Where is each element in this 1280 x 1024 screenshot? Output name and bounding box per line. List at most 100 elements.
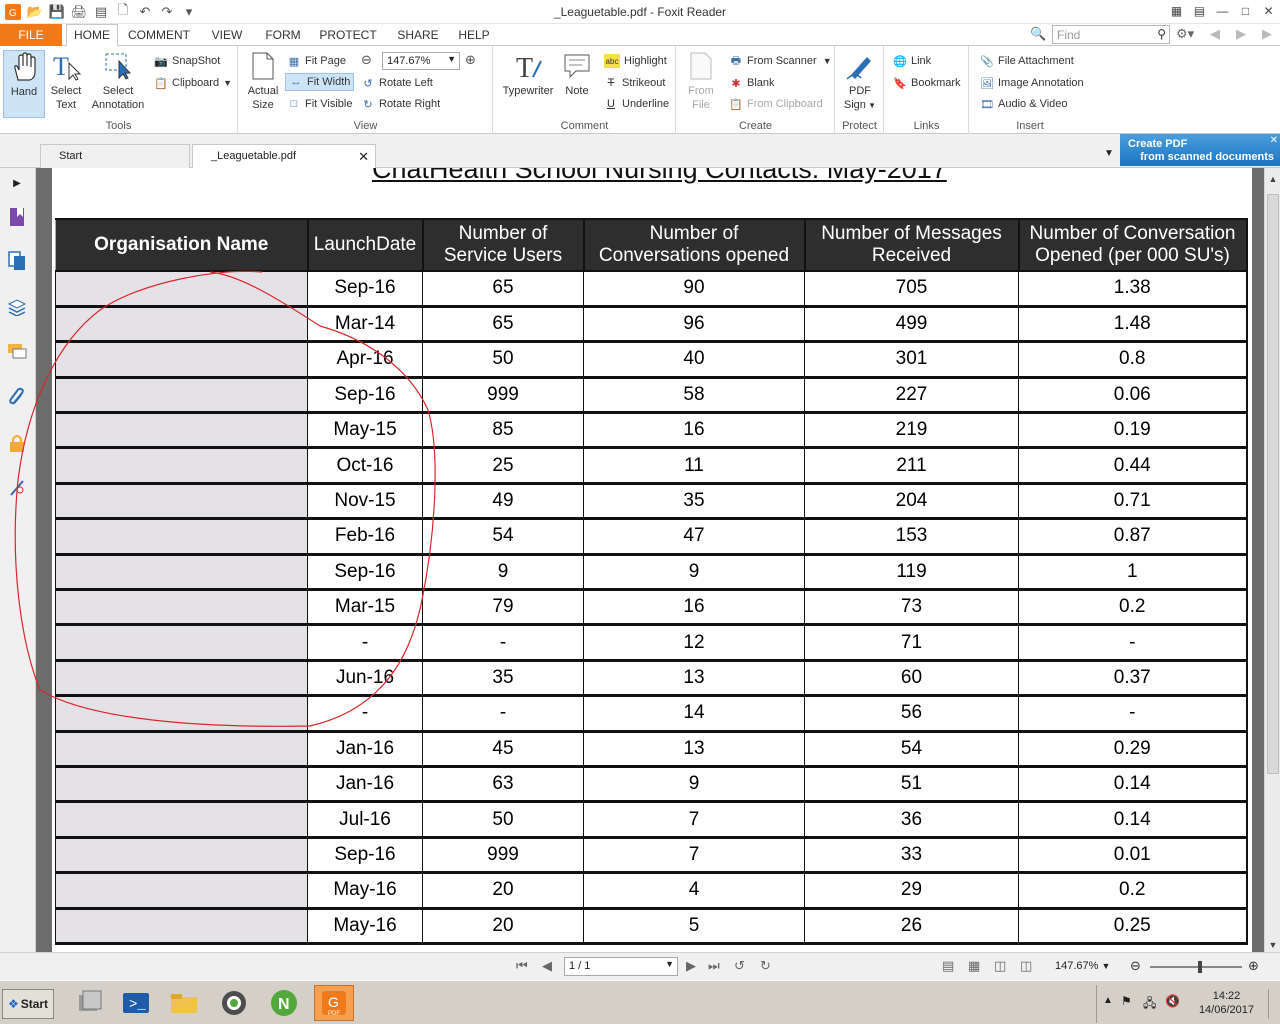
tab-start[interactable]: Start <box>40 144 190 168</box>
strikeout-button[interactable]: T Strikeout <box>604 74 666 92</box>
highlight-button[interactable]: abc Highlight <box>604 52 667 70</box>
tab-protect[interactable]: PROTECT <box>316 24 380 46</box>
single-page-icon[interactable]: ▤ <box>942 958 954 974</box>
select-annotation-button[interactable]: Select Annotation <box>88 50 148 112</box>
powershell-icon[interactable]: >_ <box>116 985 156 1021</box>
tab-leaguetable[interactable]: _Leaguetable.pdf ✕ <box>192 144 376 168</box>
snapshot-button[interactable]: 📷 SnapShot <box>154 52 220 70</box>
tab-list-chevron-icon[interactable]: ▼ <box>1104 148 1114 159</box>
tab-form[interactable]: FORM <box>260 24 306 46</box>
fit-width-button[interactable]: ↔ Fit Width <box>285 73 355 91</box>
from-scanner-button[interactable]: 🖶 From Scanner ▼ <box>729 52 832 70</box>
minimize-button[interactable]: — <box>1211 0 1234 22</box>
search-icon[interactable]: ⚲ <box>1157 27 1166 41</box>
tab-view[interactable]: VIEW <box>204 24 250 46</box>
ribbon-display-icon[interactable]: ▦ <box>1165 0 1188 22</box>
signature-panel-icon[interactable] <box>6 476 28 498</box>
pages-panel-icon[interactable] <box>6 250 28 272</box>
file-attachment-button[interactable]: 📎 File Attachment <box>980 52 1074 70</box>
continuous-page-icon[interactable]: ▦ <box>968 958 980 974</box>
link-button[interactable]: 🌐 Link <box>893 52 931 70</box>
more-icon[interactable]: ▶ <box>1262 26 1272 42</box>
tab-share[interactable]: SHARE <box>392 24 444 46</box>
start-button[interactable]: ❖ Start <box>2 989 54 1019</box>
from-file-button[interactable]: From File <box>683 50 719 112</box>
find-options-icon[interactable]: 🔍 <box>1030 26 1046 42</box>
taskbar: ❖ Start >_ N G PDF ▲ ⚑ 🖧 🔇 14:22 14/06/20… <box>0 980 1280 1024</box>
qlikview-icon[interactable] <box>214 985 254 1021</box>
action-center-flag-icon[interactable]: ⚑ <box>1121 994 1132 1008</box>
fit-visible-button[interactable]: □ Fit Visible <box>287 95 353 113</box>
blank-button[interactable]: ✱ Blank <box>729 74 774 92</box>
create-pdf-promo-banner[interactable]: Create PDF from scanned documents ✕ <box>1120 134 1280 166</box>
show-desktop-button[interactable] <box>1268 989 1276 1019</box>
actual-size-button[interactable]: Actual Size <box>243 50 283 112</box>
hand-tool-button[interactable]: Hand <box>3 50 45 118</box>
scroll-down-icon[interactable]: ▼ <box>1265 938 1280 952</box>
pdf-sign-button[interactable]: PDF Sign ▼ <box>842 50 878 113</box>
close-promo-icon[interactable]: ✕ <box>1270 134 1278 147</box>
zoom-in-icon[interactable]: ⊕ <box>465 52 476 68</box>
foxit-reader-taskbar-icon[interactable]: G PDF <box>314 985 354 1021</box>
zoom-select[interactable]: 147.67% ▼ <box>382 52 460 70</box>
security-lock-icon[interactable] <box>6 432 28 454</box>
tab-start-label: Start <box>59 150 83 162</box>
typewriter-button[interactable]: T Typewriter <box>500 50 556 98</box>
bookmark-button[interactable]: 🔖 Bookmark <box>893 74 960 92</box>
clipboard-button[interactable]: 📋 Clipboard ▼ <box>154 74 232 92</box>
fit-page-button[interactable]: ▦ Fit Page <box>287 52 346 70</box>
previous-page-icon[interactable]: ◀ <box>542 958 552 974</box>
previous-view-icon[interactable]: ↺ <box>734 958 745 974</box>
underline-button[interactable]: U Underline <box>604 95 669 113</box>
layers-panel-icon[interactable] <box>6 296 28 318</box>
cell-organisation <box>55 731 308 768</box>
next-page-icon[interactable]: ▶ <box>686 958 696 974</box>
document-viewer[interactable]: ChatHealth School Nursing Contacts: May-… <box>36 168 1264 952</box>
zoom-out-icon[interactable]: ⊖ <box>361 52 372 68</box>
next-result-icon[interactable]: ▶ <box>1236 26 1246 42</box>
network-icon[interactable]: 🖧 <box>1143 994 1156 1015</box>
image-annotation-button[interactable]: 🖼 Image Annotation <box>980 74 1084 92</box>
tab-help[interactable]: HELP <box>454 24 494 46</box>
close-button[interactable]: ✕ <box>1257 0 1280 22</box>
rotate-left-button[interactable]: ↺ Rotate Left <box>361 74 432 92</box>
maximize-button[interactable]: □ <box>1234 0 1257 22</box>
volume-muted-icon[interactable]: 🔇 <box>1165 994 1180 1008</box>
bookmarks-panel-icon[interactable] <box>6 206 28 228</box>
from-clipboard-button[interactable]: 📋 From Clipboard <box>729 95 823 113</box>
attachments-panel-icon[interactable] <box>6 386 28 408</box>
zoom-slider-knob[interactable] <box>1198 961 1202 973</box>
tab-file[interactable]: FILE <box>0 24 62 46</box>
status-zoom-value[interactable]: 147.67% ▼ <box>1055 960 1110 972</box>
scroll-up-icon[interactable]: ▲ <box>1265 172 1280 186</box>
tab-home[interactable]: HOME <box>66 24 118 46</box>
qlik-nprinting-icon[interactable]: N <box>264 985 304 1021</box>
rotate-right-button[interactable]: ↻ Rotate Right <box>361 95 440 113</box>
pin-icon[interactable]: ▤ <box>1188 0 1211 22</box>
close-tab-icon[interactable]: ✕ <box>358 149 369 165</box>
zoom-in-icon[interactable]: ⊕ <box>1248 958 1259 974</box>
prev-result-icon[interactable]: ◀ <box>1210 26 1220 42</box>
select-text-button[interactable]: T Select Text <box>48 50 84 112</box>
zoom-out-icon[interactable]: ⊖ <box>1130 958 1141 974</box>
settings-gear-icon[interactable]: ⚙▾ <box>1176 26 1194 42</box>
next-view-icon[interactable]: ↻ <box>760 958 771 974</box>
show-hidden-icons-icon[interactable]: ▲ <box>1103 995 1113 1006</box>
server-manager-icon[interactable] <box>70 985 110 1021</box>
vertical-scrollbar[interactable]: ▲ ▼ <box>1264 168 1280 952</box>
page-number-select[interactable]: 1 / 1 ▼ <box>564 957 678 976</box>
last-page-icon[interactable]: ⏭ <box>708 958 720 974</box>
continuous-facing-icon[interactable]: ◫ <box>1020 958 1032 974</box>
file-explorer-icon[interactable] <box>164 985 204 1021</box>
first-page-icon[interactable]: ⏮ <box>516 958 528 974</box>
expand-panel-icon[interactable]: ▶ <box>6 172 28 194</box>
clock[interactable]: 14:22 14/06/2017 <box>1199 989 1254 1017</box>
tab-comment[interactable]: COMMENT <box>124 24 194 46</box>
comments-panel-icon[interactable] <box>6 340 28 362</box>
zoom-slider[interactable] <box>1150 961 1242 973</box>
facing-page-icon[interactable]: ◫ <box>994 958 1006 974</box>
audio-video-button[interactable]: 🎞 Audio & Video <box>980 95 1068 113</box>
find-input[interactable]: Find ⚲ <box>1052 25 1170 44</box>
note-button[interactable]: Note <box>560 50 594 98</box>
scrollbar-thumb[interactable] <box>1267 194 1279 774</box>
